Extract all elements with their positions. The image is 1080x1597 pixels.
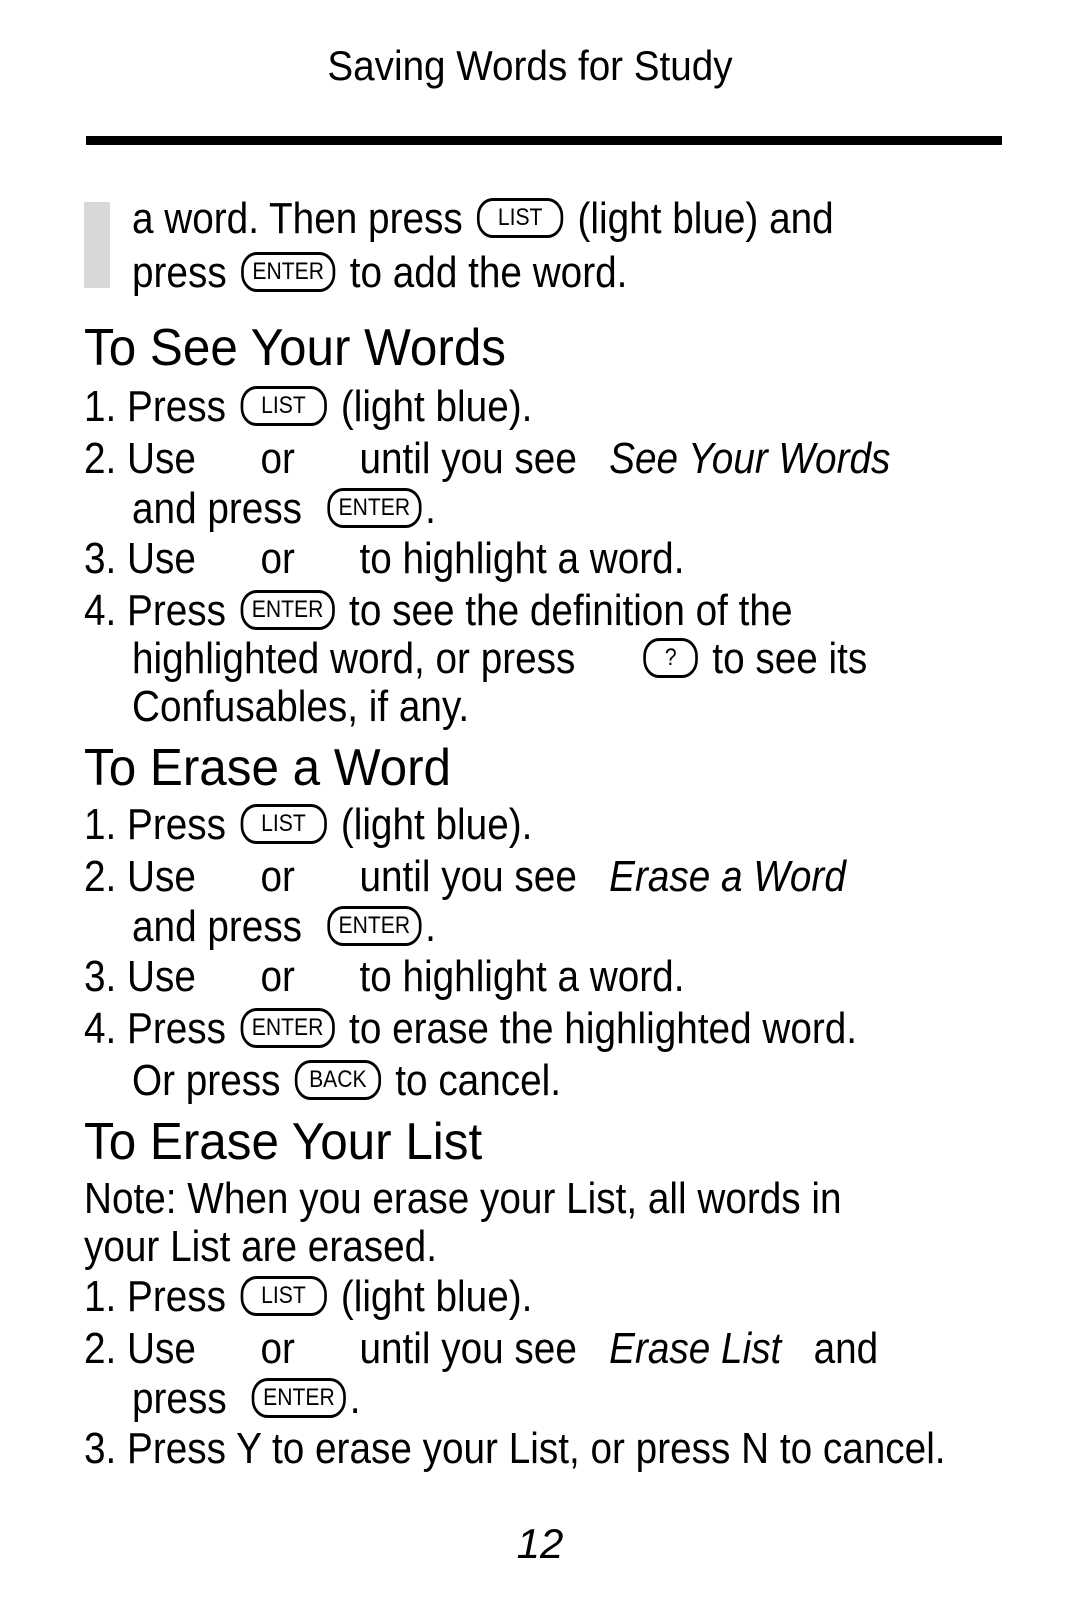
enter-key: ENTER (240, 252, 336, 293)
erase-step-2: 2. Use or until you see Erase a Word (84, 852, 846, 901)
heading-erase-your-list: To Erase Your List (84, 1113, 483, 1171)
erase-step-2-cont: and press ENTER. (132, 902, 436, 951)
intro-line-1: a word. Then press LIST (light blue) and (132, 194, 834, 243)
list-step-1: 1. Press LIST (light blue). (84, 1272, 533, 1321)
list-key: LIST (477, 198, 564, 239)
continuation-bar (84, 202, 110, 288)
erase-step-1: 1. Press LIST (light blue). (84, 800, 533, 849)
page-number: 12 (516, 1520, 564, 1567)
note-line-1: Note: When you erase your List, all word… (84, 1174, 842, 1223)
erase-step-4-cont: Or press BACK to cancel. (132, 1056, 562, 1105)
see-step-4: 4. Press ENTER to see the definition of … (84, 586, 793, 635)
question-key: ? (643, 638, 699, 679)
enter-key: ENTER (251, 1378, 347, 1419)
intro-line-2: press ENTER to add the word. (132, 248, 628, 297)
running-header: Saving Words for Study (327, 42, 733, 89)
enter-key: ENTER (240, 590, 335, 631)
see-step-2-cont: and press ENTER. (132, 484, 436, 533)
erase-step-3: 3. Use or to highlight a word. (84, 952, 685, 1001)
erase-step-4: 4. Press ENTER to erase the highlighted … (84, 1004, 858, 1053)
list-key: LIST (240, 1276, 327, 1317)
enter-key: ENTER (327, 906, 422, 947)
see-step-3: 3. Use or to highlight a word. (84, 534, 685, 583)
back-key: BACK (294, 1060, 381, 1101)
see-step-1: 1. Press LIST (light blue). (84, 382, 533, 431)
see-step-2: 2. Use or until you see See Your Words (84, 434, 891, 483)
header-rule (86, 136, 1002, 145)
heading-see-your-words: To See Your Words (84, 319, 507, 377)
list-step-2: 2. Use or until you see Erase List and (84, 1324, 879, 1373)
list-key: LIST (240, 386, 327, 427)
list-key: LIST (240, 804, 327, 845)
note-line-2: your List are erased. (84, 1222, 437, 1271)
heading-erase-a-word: To Erase a Word (84, 739, 452, 797)
enter-key: ENTER (240, 1008, 335, 1049)
see-step-4-cont: highlighted word, or press ? to see its (132, 634, 868, 683)
list-step-2-cont: press ENTER. (132, 1374, 361, 1423)
see-step-4-cont2: Confusables, if any. (132, 682, 470, 731)
list-step-3: 3. Press Y to erase your List, or press … (84, 1424, 946, 1473)
enter-key: ENTER (327, 488, 422, 529)
